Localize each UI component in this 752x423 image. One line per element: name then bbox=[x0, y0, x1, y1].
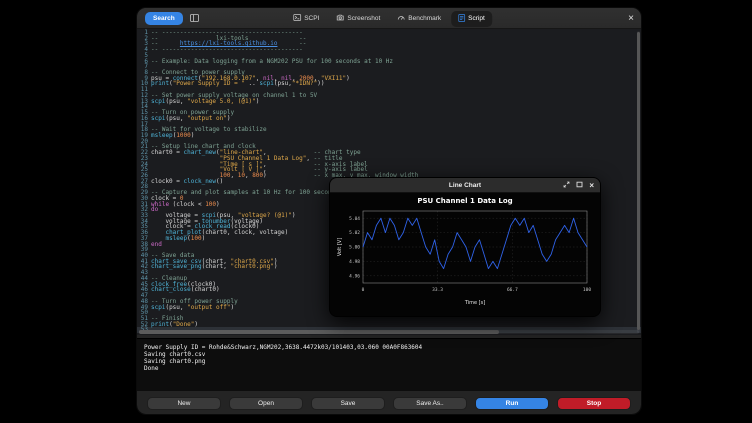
tab-benchmark[interactable]: Benchmark bbox=[390, 11, 448, 26]
code-text: chart_save_png(chart, "chart0.png") bbox=[151, 264, 277, 270]
svg-text:66.7: 66.7 bbox=[507, 287, 518, 293]
tab-label: SCPI bbox=[304, 15, 319, 22]
console-line: Power Supply ID = Rohde&Schwarz,NGM202,3… bbox=[144, 344, 634, 351]
line-chart-canvas: 4.96 4.98 5.00 5.02 5.04 0 33.3 66.7 100 Time [s]… bbox=[333, 207, 597, 313]
console-line: Saving chart0.png bbox=[144, 358, 634, 365]
save-button[interactable]: Save bbox=[311, 397, 385, 410]
line-chart-window[interactable]: Line Chart × PSU Channel 1 Data Log 4.96… bbox=[330, 178, 600, 316]
chart-title: PSU Channel 1 Data Log bbox=[330, 197, 600, 205]
app-window: Search SCPI Screenshot Benchmark Script × 1… bbox=[137, 8, 641, 414]
open-button[interactable]: Open bbox=[229, 397, 303, 410]
vertical-scrollbar[interactable] bbox=[637, 31, 640, 333]
maximize-icon[interactable] bbox=[576, 181, 583, 190]
code-text: -- -------------------------------------… bbox=[151, 47, 303, 53]
code-text: print("Power Supply ID = " .. scpi(psu,"… bbox=[151, 81, 324, 87]
save-as-button[interactable]: Save As.. bbox=[393, 397, 467, 410]
code-text: -- Example: Data logging from a NGM202 P… bbox=[151, 59, 393, 65]
console-line: Done bbox=[144, 365, 634, 372]
expand-icon[interactable] bbox=[563, 181, 570, 190]
tab-scpi[interactable]: SCPI bbox=[286, 11, 326, 26]
code-text: scpi(psu, "output on") bbox=[151, 116, 231, 122]
run-button[interactable]: Run bbox=[475, 397, 549, 410]
code-text: print("Done") bbox=[151, 322, 198, 328]
app-titlebar: Search SCPI Screenshot Benchmark Script × bbox=[137, 8, 641, 29]
code-text: scpi(psu, "output off") bbox=[151, 305, 234, 311]
tab-screenshot[interactable]: Screenshot bbox=[329, 11, 387, 26]
code-text: chart_close(chart0) bbox=[151, 287, 220, 293]
code-text: end bbox=[151, 242, 162, 248]
svg-text:0: 0 bbox=[362, 287, 365, 293]
horizontal-scrollbar[interactable] bbox=[139, 330, 639, 334]
svg-text:4.98: 4.98 bbox=[349, 259, 360, 265]
tab-label: Benchmark bbox=[408, 15, 441, 22]
new-button[interactable]: New bbox=[147, 397, 221, 410]
action-bar: New Open Save Save As.. Run Stop bbox=[147, 397, 631, 410]
code-text: msleep(1000) bbox=[151, 133, 194, 139]
vertical-scrollbar-thumb[interactable] bbox=[637, 32, 640, 330]
chart-body: PSU Channel 1 Data Log 4.96 4.98 5.00 5.02 5… bbox=[330, 193, 600, 316]
panel-toggle-icon[interactable] bbox=[190, 14, 199, 22]
svg-text:5.04: 5.04 bbox=[349, 216, 360, 222]
tab-label: Script bbox=[468, 15, 485, 22]
window-controls: × bbox=[619, 8, 634, 29]
svg-text:4.96: 4.96 bbox=[349, 273, 360, 279]
tab-script[interactable]: Script bbox=[451, 11, 492, 27]
script-icon bbox=[458, 14, 465, 24]
svg-text:100: 100 bbox=[583, 287, 591, 293]
code-text: clock0 = clock_new() bbox=[151, 179, 223, 185]
camera-icon bbox=[336, 14, 344, 23]
tab-bar: SCPI Screenshot Benchmark Script bbox=[286, 8, 492, 29]
search-button[interactable]: Search bbox=[145, 12, 183, 25]
close-icon[interactable]: × bbox=[628, 14, 634, 24]
svg-text:5.02: 5.02 bbox=[349, 230, 360, 236]
gauge-icon bbox=[397, 14, 405, 23]
code-text: while (clock < 100) bbox=[151, 202, 220, 208]
stop-button[interactable]: Stop bbox=[557, 397, 631, 410]
horizontal-scrollbar-thumb[interactable] bbox=[139, 330, 499, 334]
console-line: Saving chart0.csv bbox=[144, 351, 634, 358]
svg-text:33.3: 33.3 bbox=[432, 287, 443, 293]
code-text: scpi(psu, "voltage 5.0, (@1)") bbox=[151, 99, 259, 105]
console-output: Power Supply ID = Rohde&Schwarz,NGM202,3… bbox=[137, 338, 641, 391]
chart-titlebar[interactable]: Line Chart × bbox=[330, 178, 600, 193]
tab-label: Screenshot bbox=[347, 15, 380, 22]
svg-text:Volt [V]: Volt [V] bbox=[337, 238, 343, 256]
chart-window-controls: × bbox=[563, 178, 594, 193]
chart-window-title: Line Chart bbox=[449, 182, 481, 189]
svg-text:5.00: 5.00 bbox=[349, 245, 360, 251]
desktop-background: Search SCPI Screenshot Benchmark Script × 1… bbox=[0, 0, 752, 423]
svg-text:Time [s]: Time [s] bbox=[464, 300, 485, 306]
terminal-icon bbox=[293, 14, 301, 23]
chart-close-icon[interactable]: × bbox=[589, 182, 594, 190]
